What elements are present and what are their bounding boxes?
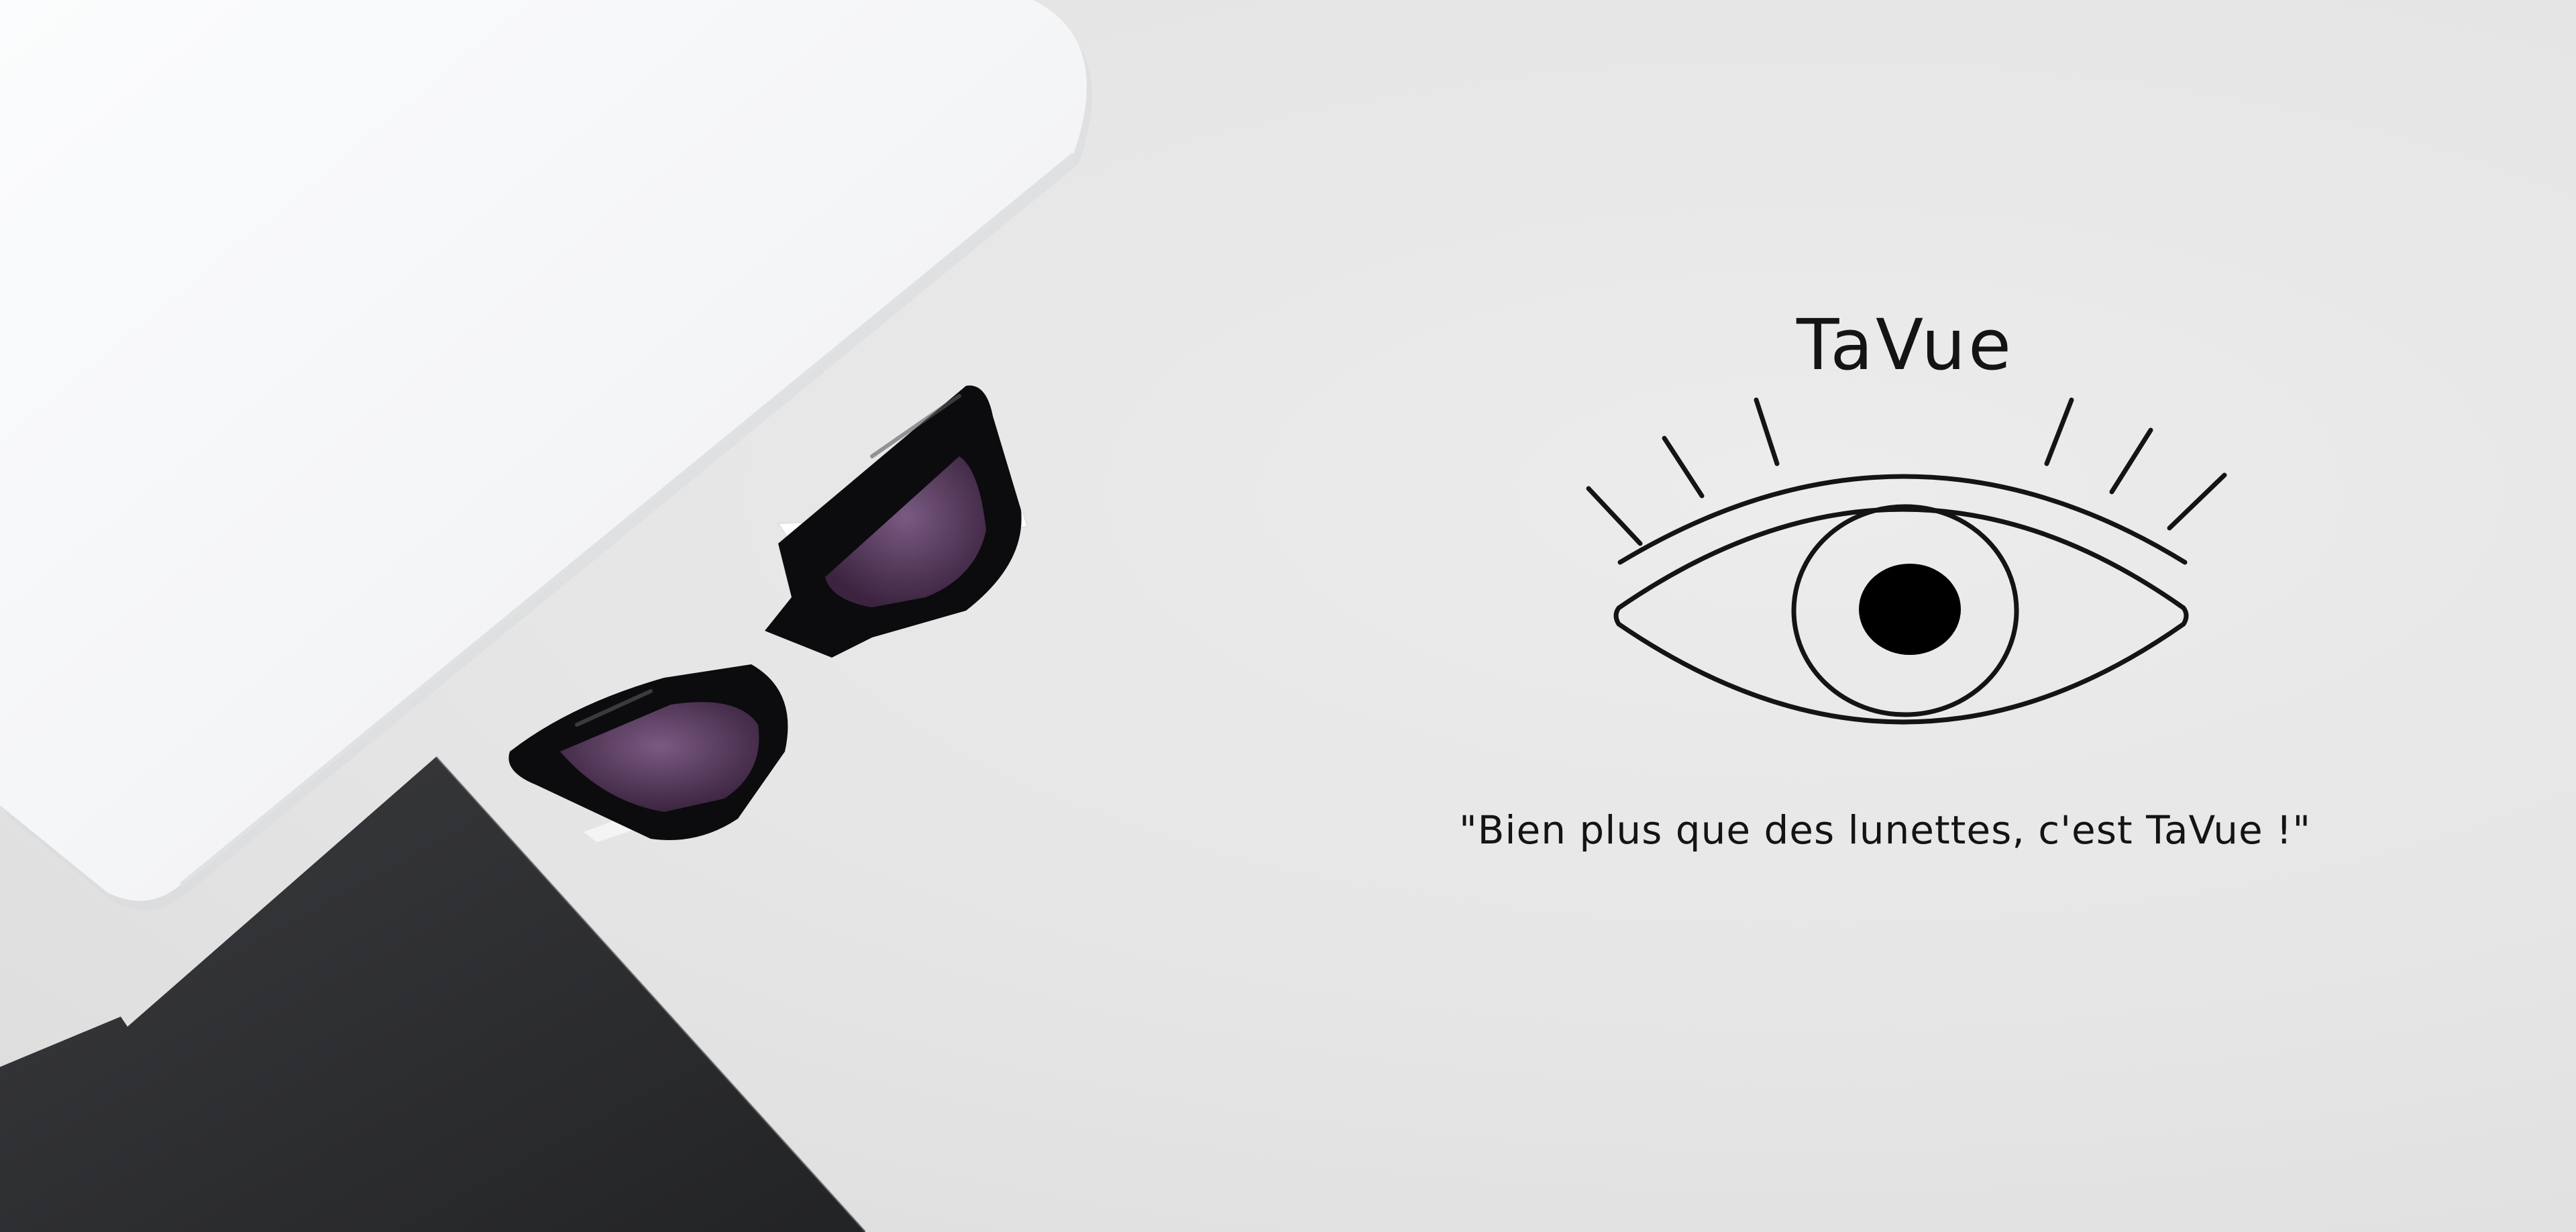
tagline: "Bien plus que des lunettes, c'est TaVue… [1458, 807, 2312, 853]
lash-3 [1754, 397, 1780, 466]
lash-2 [1662, 435, 1705, 499]
upper-lid [1617, 474, 2188, 565]
lash-6 [2167, 472, 2227, 531]
lash-4 [2044, 397, 2074, 466]
lash-1 [1586, 486, 1643, 546]
hero-banner: TaVue "Bien plus que des lunettes, c'est… [0, 0, 2576, 1232]
lash-5 [2109, 427, 2153, 495]
pupil [1859, 564, 1961, 655]
sunglasses [508, 385, 1029, 842]
brand-name: TaVue [1796, 304, 2015, 386]
